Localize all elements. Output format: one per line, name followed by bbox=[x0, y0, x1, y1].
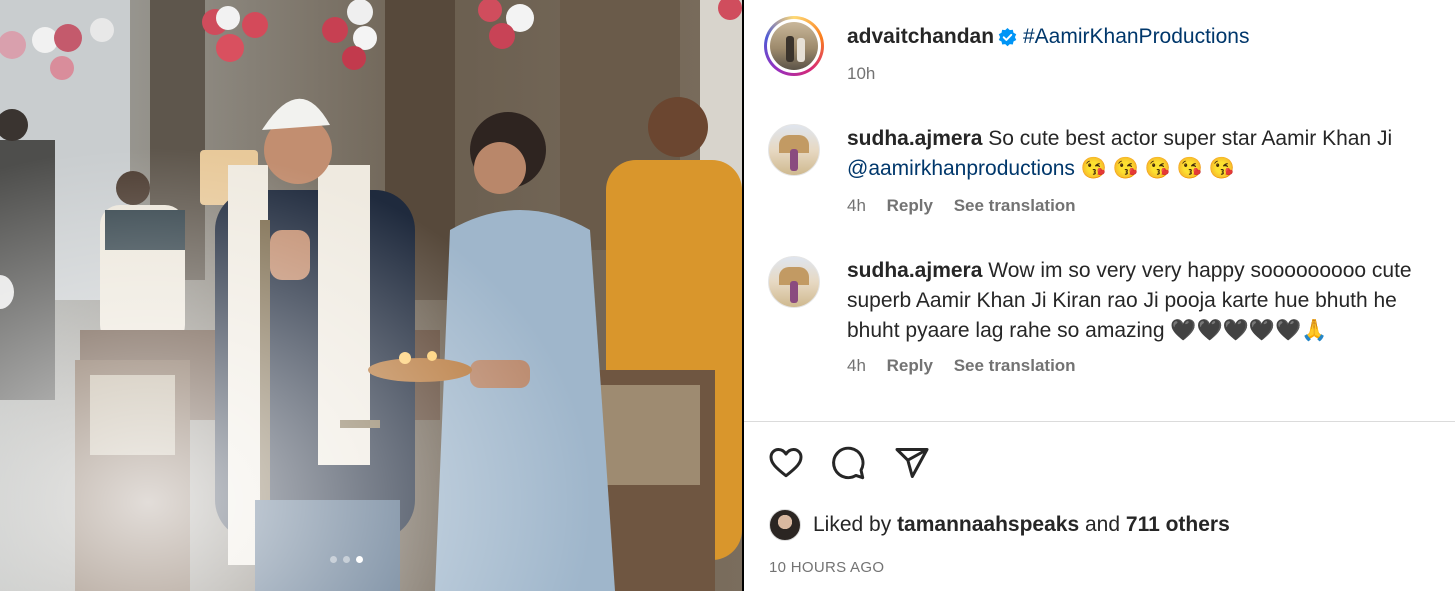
author-username[interactable]: advaitchandan bbox=[847, 25, 994, 49]
caption-hashtag[interactable]: #AamirKhanProductions bbox=[1023, 25, 1249, 49]
verified-badge-icon bbox=[998, 28, 1017, 47]
comment-icon[interactable] bbox=[830, 445, 866, 481]
comment-emojis: 🖤🖤🖤🖤🖤🙏 bbox=[1170, 319, 1328, 342]
send-icon[interactable] bbox=[894, 445, 930, 481]
comment-emojis: 😘 😘 😘 😘 😘 bbox=[1080, 157, 1235, 180]
post-side-panel: advaitchandan #AamirKhanProductions 10h … bbox=[744, 0, 1455, 591]
comment-text: sudha.ajmera Wow im so very very happy s… bbox=[847, 256, 1447, 346]
liker-avatar[interactable] bbox=[769, 509, 801, 541]
reply-button[interactable]: Reply bbox=[887, 356, 933, 375]
commenter-avatar[interactable] bbox=[768, 256, 820, 308]
carousel-dot bbox=[330, 556, 337, 563]
comment-time: 4h bbox=[847, 356, 866, 375]
comment-mention[interactable]: @aamirkhanproductions bbox=[847, 157, 1075, 180]
see-translation-button[interactable]: See translation bbox=[954, 356, 1076, 375]
commenter-username[interactable]: sudha.ajmera bbox=[847, 127, 982, 150]
comment-meta: 4h Reply See translation bbox=[847, 196, 1092, 216]
carousel-dot-active bbox=[356, 556, 363, 563]
carousel-dots bbox=[330, 556, 363, 563]
comment-meta: 4h Reply See translation bbox=[847, 356, 1092, 376]
likes-others-count[interactable]: 711 others bbox=[1126, 513, 1230, 536]
likes-prefix: Liked by bbox=[813, 513, 892, 536]
post-time[interactable]: 10h bbox=[847, 64, 875, 84]
comment-time: 4h bbox=[847, 196, 866, 215]
author-avatar[interactable] bbox=[764, 16, 824, 76]
comment-body-line3: bhuht pyaare lag rahe so amazing bbox=[847, 319, 1165, 342]
commenter-avatar[interactable] bbox=[768, 124, 820, 176]
likes-text: Liked by tamannaahspeaks and 711 others bbox=[813, 513, 1230, 537]
posted-time[interactable]: 10 HOURS AGO bbox=[769, 559, 884, 576]
carousel-dot bbox=[343, 556, 350, 563]
photo-illustration bbox=[0, 0, 742, 591]
reply-button[interactable]: Reply bbox=[887, 196, 933, 215]
actions-divider bbox=[744, 421, 1455, 422]
commenter-username[interactable]: sudha.ajmera bbox=[847, 259, 982, 282]
comment-body-line1: Wow im so very very happy sooooooooo cut… bbox=[988, 259, 1412, 282]
comment-body: So cute best actor super star Aamir Khan… bbox=[988, 127, 1393, 150]
see-translation-button[interactable]: See translation bbox=[954, 196, 1076, 215]
heart-icon[interactable] bbox=[768, 445, 804, 481]
comment-text: sudha.ajmera So cute best actor super st… bbox=[847, 124, 1447, 184]
liker-username[interactable]: tamannaahspeaks bbox=[897, 513, 1079, 536]
comment-body-line2: superb Aamir Khan Ji Kiran rao Ji pooja … bbox=[847, 289, 1397, 312]
likes-and: and bbox=[1085, 513, 1121, 536]
post-photo[interactable] bbox=[0, 0, 742, 591]
